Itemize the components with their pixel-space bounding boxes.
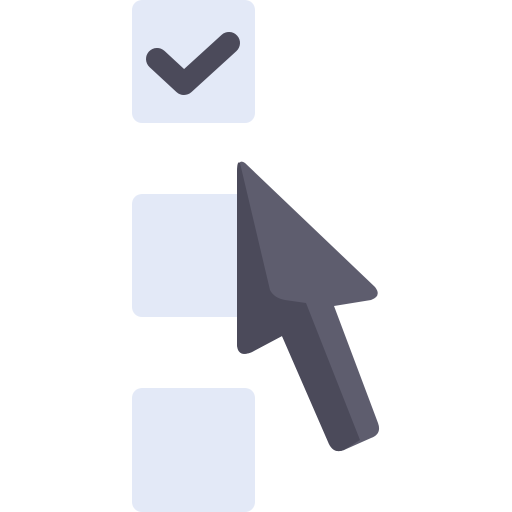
checkbox-unchecked[interactable] <box>132 388 255 512</box>
checklist-illustration <box>0 0 512 512</box>
checkbox-checked[interactable] <box>132 0 255 123</box>
checkmark-icon <box>146 32 240 95</box>
cursor-dark-face <box>237 162 360 452</box>
cursor-light-face <box>237 161 380 452</box>
checkbox-unchecked[interactable] <box>132 194 255 317</box>
mouse-pointer-icon <box>237 161 380 452</box>
